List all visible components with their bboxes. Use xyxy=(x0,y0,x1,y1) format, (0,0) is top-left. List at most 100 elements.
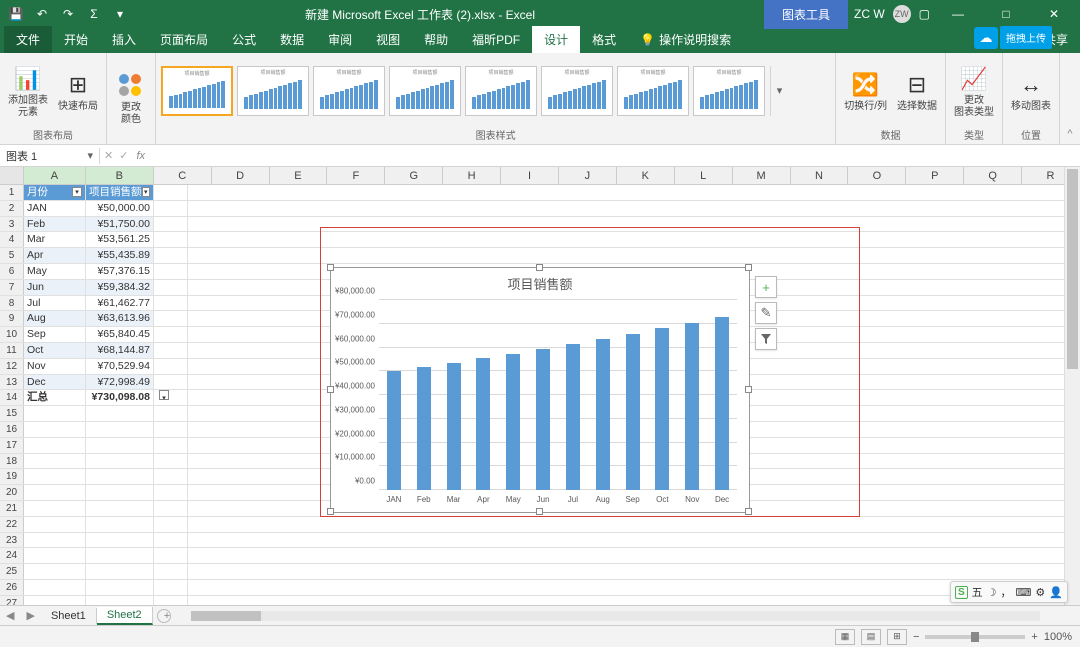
ime-punct-icon[interactable]: ， xyxy=(1001,584,1012,600)
chart-bar[interactable] xyxy=(566,344,580,490)
sheet-nav-prev-icon[interactable]: ◀ xyxy=(0,609,20,622)
name-box[interactable]: 图表 1▾ xyxy=(0,148,100,164)
column-header-A[interactable]: A xyxy=(24,167,86,184)
tab-foxit-pdf[interactable]: 福昕PDF xyxy=(460,26,532,53)
sheet-nav-next-icon[interactable]: ▶ xyxy=(20,609,40,622)
row-header[interactable]: 20 xyxy=(0,485,24,500)
cell-month[interactable]: Jul xyxy=(24,296,86,311)
chart-style-thumb[interactable]: 项目销售额 xyxy=(313,66,385,116)
tab-insert[interactable]: 插入 xyxy=(100,26,148,53)
resize-handle[interactable] xyxy=(745,264,752,271)
chart-style-thumb[interactable]: 项目销售额 xyxy=(161,66,233,116)
chart-styles-more-icon[interactable]: ▾ xyxy=(770,66,788,116)
column-header-M[interactable]: M xyxy=(733,167,791,184)
zoom-in-button[interactable]: + xyxy=(1031,631,1037,643)
row-header[interactable]: 7 xyxy=(0,280,24,295)
chart-bar[interactable] xyxy=(626,334,640,490)
tab-review[interactable]: 审阅 xyxy=(316,26,364,53)
cancel-formula-icon[interactable]: ✕ xyxy=(104,149,113,162)
chart-bar[interactable] xyxy=(417,367,431,490)
ime-user-icon[interactable]: 👤 xyxy=(1049,586,1063,599)
row-header[interactable]: 10 xyxy=(0,327,24,342)
row-header[interactable]: 24 xyxy=(0,548,24,563)
column-header-D[interactable]: D xyxy=(212,167,270,184)
collapse-ribbon-icon[interactable]: ^ xyxy=(1060,53,1080,144)
tab-file[interactable]: 文件 xyxy=(4,26,52,53)
tell-me[interactable]: 💡操作说明搜索 xyxy=(628,26,743,53)
resize-handle[interactable] xyxy=(745,508,752,515)
chart-bar[interactable] xyxy=(596,339,610,490)
column-header-L[interactable]: L xyxy=(675,167,733,184)
row-header[interactable]: 12 xyxy=(0,359,24,374)
row-header[interactable]: 19 xyxy=(0,469,24,484)
spreadsheet-grid[interactable]: ABCDEFGHIJKLMNOPQR 1月份▾项目销售额▾2JAN¥50,000… xyxy=(0,167,1080,605)
vertical-scrollbar[interactable] xyxy=(1064,167,1080,605)
column-header-Q[interactable]: Q xyxy=(964,167,1022,184)
column-header-I[interactable]: I xyxy=(501,167,559,184)
row-header[interactable]: 1 xyxy=(0,185,24,200)
resize-handle[interactable] xyxy=(327,386,334,393)
autosum-icon[interactable]: Σ xyxy=(84,4,104,24)
row-header[interactable]: 16 xyxy=(0,422,24,437)
cell-month[interactable]: Dec xyxy=(24,375,86,390)
cell-month[interactable]: Mar xyxy=(24,232,86,247)
column-header-N[interactable]: N xyxy=(791,167,849,184)
tab-formulas[interactable]: 公式 xyxy=(220,26,268,53)
quick-layout-button[interactable]: ⊞快速布局 xyxy=(54,67,102,115)
fx-label[interactable]: fx xyxy=(132,150,149,162)
resize-handle[interactable] xyxy=(745,386,752,393)
undo-icon[interactable]: ↶ xyxy=(32,4,52,24)
row-header[interactable]: 6 xyxy=(0,264,24,279)
chart-style-thumb[interactable]: 项目销售额 xyxy=(617,66,689,116)
column-header-B[interactable]: B xyxy=(86,167,154,184)
total-label[interactable]: 汇总 xyxy=(24,390,86,405)
row-header[interactable]: 17 xyxy=(0,438,24,453)
chart-bar[interactable] xyxy=(715,317,729,490)
horizontal-scrollbar[interactable] xyxy=(191,609,1040,623)
cell-value[interactable]: ¥70,529.94 xyxy=(86,359,154,374)
switch-row-col-button[interactable]: 🔀切换行/列 xyxy=(840,67,891,115)
select-all-corner[interactable] xyxy=(0,167,24,184)
cell-month[interactable]: Oct xyxy=(24,343,86,358)
resize-handle[interactable] xyxy=(327,264,334,271)
column-header-H[interactable]: H xyxy=(443,167,501,184)
change-chart-type-button[interactable]: 📈更改 图表类型 xyxy=(950,61,998,121)
cell-value[interactable]: ¥72,998.49 xyxy=(86,375,154,390)
cell-value[interactable]: ¥55,435.89 xyxy=(86,248,154,263)
chart-bar[interactable] xyxy=(387,371,401,490)
chart-elements-button[interactable]: + xyxy=(755,276,777,298)
cell-month[interactable]: Sep xyxy=(24,327,86,342)
cell-value[interactable]: ¥50,000.00 xyxy=(86,201,154,216)
qat-dropdown-icon[interactable]: ▾ xyxy=(110,4,130,24)
resize-handle[interactable] xyxy=(327,508,334,515)
ime-keyboard-icon[interactable]: ⌨ xyxy=(1016,586,1032,599)
maximize-button[interactable]: □ xyxy=(986,0,1026,28)
tab-view[interactable]: 视图 xyxy=(364,26,412,53)
column-header-E[interactable]: E xyxy=(270,167,328,184)
cell-value[interactable]: ¥57,376.15 xyxy=(86,264,154,279)
row-header[interactable]: 25 xyxy=(0,564,24,579)
column-header-K[interactable]: K xyxy=(617,167,675,184)
chart-bar[interactable] xyxy=(506,354,520,490)
tab-format[interactable]: 格式 xyxy=(580,26,628,53)
chart-bar[interactable] xyxy=(476,358,490,490)
cell-value[interactable]: ¥65,840.45 xyxy=(86,327,154,342)
cell-value[interactable]: ¥59,384.32 xyxy=(86,280,154,295)
total-value[interactable]: ¥730,098.08 xyxy=(86,390,154,405)
chart-bar[interactable] xyxy=(536,349,550,490)
tab-page-layout[interactable]: 页面布局 xyxy=(148,26,220,53)
page-break-view-icon[interactable]: ⊞ xyxy=(887,629,907,645)
zoom-out-button[interactable]: − xyxy=(913,631,919,643)
chart-style-thumb[interactable]: 项目销售额 xyxy=(693,66,765,116)
cell-month[interactable]: Feb xyxy=(24,217,86,232)
row-header[interactable]: 9 xyxy=(0,311,24,326)
tab-design[interactable]: 设计 xyxy=(532,26,580,53)
cell-value[interactable]: ¥53,561.25 xyxy=(86,232,154,247)
add-chart-element-button[interactable]: 📊添加图表 元素 xyxy=(4,61,52,121)
chart-styles-button[interactable]: ✎ xyxy=(755,302,777,324)
chart-bar[interactable] xyxy=(447,363,461,490)
table-header-month[interactable]: 月份▾ xyxy=(24,185,86,200)
save-icon[interactable]: 💾 xyxy=(6,4,26,24)
cloud-upload[interactable]: ☁ 拖拽上传 xyxy=(974,26,1052,49)
embedded-chart[interactable]: 项目销售额 ¥0.00¥10,000.00¥20,000.00¥30,000.0… xyxy=(330,267,750,513)
